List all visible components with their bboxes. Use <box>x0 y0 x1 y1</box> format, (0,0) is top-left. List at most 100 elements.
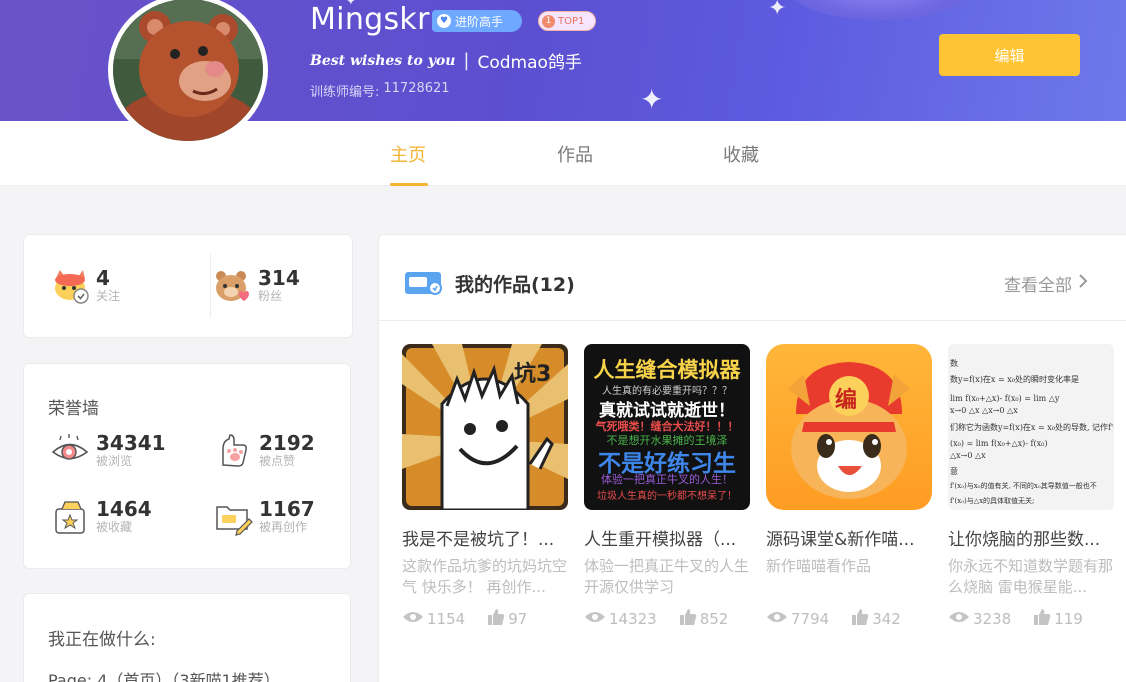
remix-label: 被再创作 <box>259 520 308 534</box>
fans-count: 314 <box>258 266 300 290</box>
remix-stat: 1167 被再创作 <box>213 497 315 537</box>
math-text: (x₀) = lim f(x₀+△x)- f(x₀) <box>950 439 1048 448</box>
avatar-image <box>113 0 263 141</box>
work-thumbnail[interactable]: 编 <box>766 344 932 510</box>
work-stats: 14323 852 <box>584 608 750 630</box>
collections-count: 1464 <box>96 497 152 521</box>
likes-label: 被点赞 <box>259 454 296 468</box>
following-cat-icon <box>50 266 90 306</box>
math-text: x→0 △x △x→0 △x <box>950 406 1018 415</box>
trainer-id-label: 训练师编号: <box>310 85 380 100</box>
math-text: 们称它为函数y=f(x)在x = x₀处的导数, 记作f'(x <box>950 423 1114 432</box>
motto-separator: | <box>463 50 470 71</box>
work-thumbnail[interactable]: 数 数y=f(x)在x = x₀处的瞬时变化率是 lim f(x₀+△x)- f… <box>948 344 1114 510</box>
fans-bear-icon <box>212 266 252 306</box>
rank-label: TOP1 <box>558 15 585 27</box>
fans-stat[interactable]: 314 粉丝 <box>212 266 300 306</box>
heart-shield-icon: ♥ <box>437 14 451 28</box>
work-title[interactable]: 我是不是被坑了！... <box>402 525 568 550</box>
math-text: 数y=f(x)在x = x₀处的瞬时变化率是 <box>950 375 1079 384</box>
edit-profile-button[interactable]: 编辑 <box>939 34 1080 76</box>
views-count: 34341 <box>96 431 166 455</box>
works-header: 我的作品(12) 查看全部 <box>379 235 1126 321</box>
work-description: 这款作品坑爹的坑妈坑空气 快乐多！ 再创作... <box>402 557 568 596</box>
collections-label: 被收藏 <box>96 520 133 534</box>
motto-script: Best wishes to you <box>310 52 456 69</box>
collections-stat: 1464 被收藏 <box>50 497 152 537</box>
work-card[interactable]: 编 源码课堂&新作喵... 新作喵喵看作品 7794 342 <box>766 344 932 630</box>
work-views: 7794 <box>791 610 830 628</box>
username: Mingskr <box>310 2 430 37</box>
folder-edit-icon <box>213 497 253 537</box>
honor-wall-title: 荣誉墙 <box>48 399 99 419</box>
math-text: lim f(x₀+△x)- f(x₀) = lim △y <box>950 394 1060 403</box>
work-card[interactable]: 人生缝合模拟器 人生真的有必要重开吗？？？ 真就试试就逝世！ 气死哦类！缝合大法… <box>584 344 750 630</box>
poster-text: 人生真的有必要重开吗？？？ <box>602 386 732 397</box>
eye-icon <box>766 610 788 628</box>
math-text: 意 <box>950 467 958 476</box>
work-stats: 7794 342 <box>766 608 932 630</box>
banner-decoration <box>790 0 970 20</box>
active-tab-indicator <box>390 183 428 186</box>
work-thumbnail[interactable]: 坑3 <box>402 344 568 510</box>
level-badge-label: 进阶高手 <box>455 14 504 29</box>
chevron-right-icon <box>1078 273 1088 294</box>
remix-count: 1167 <box>259 497 315 521</box>
motto: Best wishes to you | Codmao鸽手 <box>310 48 582 73</box>
star-box-icon <box>50 497 90 537</box>
poster-text: 人生缝合模拟器 <box>593 358 741 382</box>
work-views: 14323 <box>609 610 657 628</box>
paw-like-icon <box>213 431 253 471</box>
fans-label: 粉丝 <box>258 289 283 303</box>
work-likes: 852 <box>699 610 729 628</box>
thumbs-up-icon <box>1033 608 1051 630</box>
work-title[interactable]: 让你烧脑的那些数... <box>948 525 1114 550</box>
status-card: 我正在做什么: Page: 4（首页）（3新喵1推荐） <box>23 593 351 682</box>
eye-icon <box>402 610 424 628</box>
tab-works[interactable]: 作品 <box>557 141 593 167</box>
following-stat[interactable]: 4 关注 <box>50 266 120 306</box>
likes-count: 2192 <box>259 431 315 455</box>
poster-text: 垃圾人生真的一秒都不想呆了！ <box>597 491 737 502</box>
tab-home[interactable]: 主页 <box>390 141 426 167</box>
eye-icon <box>50 431 90 471</box>
my-works-panel: 我的作品(12) 查看全部 坑3 我是不是被坑了！... 这款作品坑爹的坑妈坑空… <box>378 234 1126 682</box>
rank-badge: 1 TOP1 <box>538 11 596 31</box>
views-stat: 34341 被浏览 <box>50 431 166 471</box>
work-views: 1154 <box>427 610 466 628</box>
work-title[interactable]: 人生重开模拟器（... <box>584 525 750 550</box>
view-all-link[interactable]: 查看全部 <box>1004 271 1088 296</box>
work-description: 新作喵喵看作品 <box>766 557 872 575</box>
work-stats: 1154 97 <box>402 608 568 630</box>
math-text: f'(x₀)与△x的具体取值无关; <box>950 497 1035 505</box>
sparkle-icon: ✦ <box>640 83 664 116</box>
work-likes: 342 <box>872 610 901 628</box>
eye-icon <box>948 610 970 628</box>
eye-icon <box>584 610 606 628</box>
follow-card: 4 关注 314 粉丝 <box>23 234 353 338</box>
level-badge: ♥ 进阶高手 <box>432 10 522 32</box>
thumbs-up-icon <box>487 608 505 630</box>
trainer-id-value: 11728621 <box>383 81 450 96</box>
tab-favorites[interactable]: 收藏 <box>723 141 759 167</box>
poster-text: 体验一把真正牛叉的人生！ <box>601 473 733 486</box>
work-thumbnail[interactable]: 人生缝合模拟器 人生真的有必要重开吗？？？ 真就试试就逝世！ 气死哦类！缝合大法… <box>584 344 750 510</box>
work-views: 3238 <box>973 610 1012 628</box>
status-title: 我正在做什么: <box>48 630 156 650</box>
work-thumbnail-label: 坑3 <box>514 362 552 387</box>
work-thumbnail-label: 编 <box>835 388 858 413</box>
sparkle-icon: ✦ <box>768 0 787 21</box>
following-count: 4 <box>96 266 110 290</box>
honor-wall-card: 荣誉墙 34341 被浏览 2192 被点赞 1464 被收藏 1167 被再创… <box>23 363 351 569</box>
views-label: 被浏览 <box>96 454 133 468</box>
math-text: 数 <box>950 359 958 368</box>
divider <box>210 254 211 318</box>
thumbs-up-icon <box>679 608 697 630</box>
work-title[interactable]: 源码课堂&新作喵... <box>766 525 932 550</box>
trainer-id: 训练师编号: 11728621 <box>310 81 450 100</box>
work-description: 你永远不知道数学题有那么烧脑 雷电猴星能... <box>948 557 1114 596</box>
work-card[interactable]: 坑3 我是不是被坑了！... 这款作品坑爹的坑妈坑空气 快乐多！ 再创作... … <box>402 344 568 630</box>
thumbs-up-icon <box>851 608 869 630</box>
avatar[interactable] <box>108 0 268 146</box>
work-card[interactable]: 数 数y=f(x)在x = x₀处的瞬时变化率是 lim f(x₀+△x)- f… <box>948 344 1114 630</box>
